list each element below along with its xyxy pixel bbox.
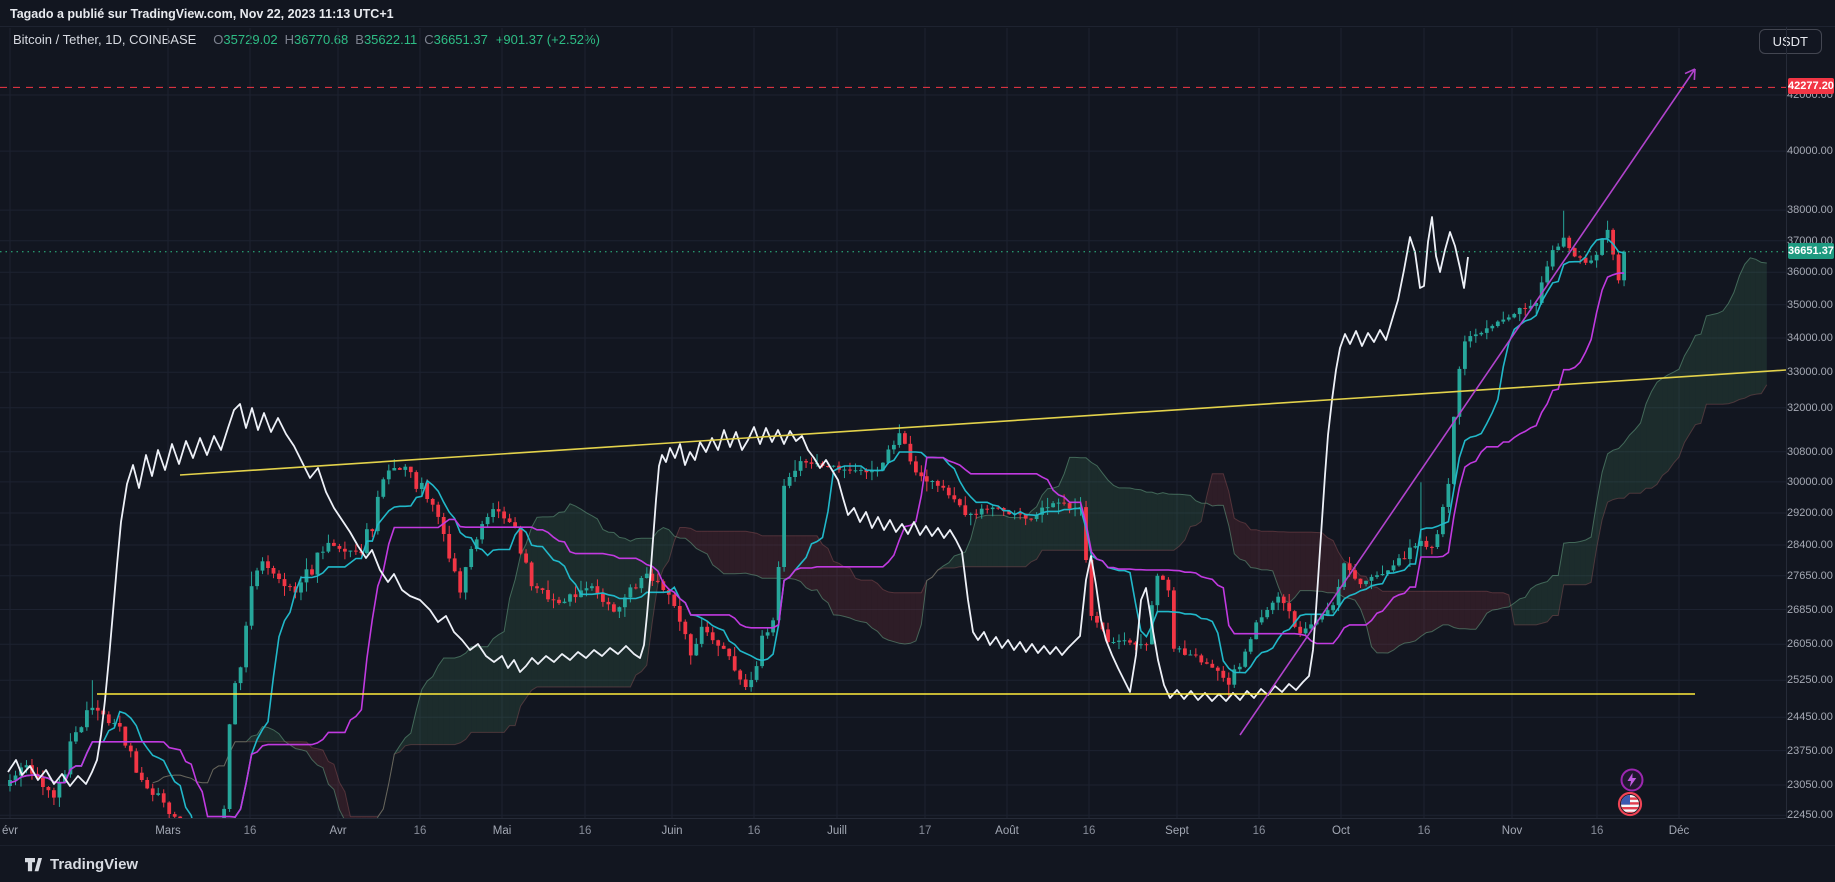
price-axis-label: 22450.00 <box>1787 809 1831 821</box>
tradingview-published-chart: { "title_bar": { "text": "Tagado a publi… <box>0 0 1835 881</box>
current-price-badge: 36651.37 <box>1788 243 1834 259</box>
time-axis-label: 16 <box>1591 825 1604 837</box>
price-axis-label: 30000.00 <box>1787 476 1831 488</box>
time-axis-label: Mars <box>155 825 181 837</box>
price-axis-label: 25250.00 <box>1787 674 1831 686</box>
candles-series <box>8 211 1626 845</box>
price-axis-label: 36000.00 <box>1787 266 1831 278</box>
alert-price-badge: 42277.20 <box>1788 78 1834 94</box>
time-axis-label: 16 <box>1418 825 1431 837</box>
price-axis-label: 28400.00 <box>1787 539 1831 551</box>
tradingview-logo[interactable]: TradingView <box>24 855 138 874</box>
time-axis-label: Déc <box>1669 825 1689 837</box>
time-axis-label: évr <box>2 825 18 837</box>
price-axis[interactable]: 42000.0040000.0038000.0037000.0036000.00… <box>1786 27 1835 818</box>
reaction-flag-icon[interactable] <box>1616 790 1644 818</box>
time-axis-label: Juin <box>661 825 682 837</box>
time-axis-label: 16 <box>414 825 427 837</box>
time-axis-label: 17 <box>919 825 932 837</box>
chart-pane[interactable] <box>0 0 1786 845</box>
price-axis-label: 29200.00 <box>1787 507 1831 519</box>
yellow-rising-trendline[interactable] <box>180 370 1786 475</box>
time-axis-label: Oct <box>1332 825 1350 837</box>
time-axis-label: 16 <box>579 825 592 837</box>
time-axis-label: Mai <box>493 825 512 837</box>
price-axis-label: 40000.00 <box>1787 145 1831 157</box>
price-axis-label: 26050.00 <box>1787 638 1831 650</box>
time-axis[interactable]: évr Mars 16 Avr 16 Mai 16 Juin 16 Juill 17 Août 16 Se… <box>0 818 1786 846</box>
price-axis-label: 32000.00 <box>1787 402 1831 414</box>
price-axis-label: 26850.00 <box>1787 604 1831 616</box>
senkou-a-line <box>153 258 1767 845</box>
footer-bar: TradingView <box>0 845 1835 882</box>
overlay-white-line <box>8 217 1468 786</box>
ichimoku-cloud <box>153 258 1767 845</box>
time-axis-label: Avr <box>329 825 346 837</box>
time-axis-label: Juill <box>827 825 847 837</box>
price-axis-label: 35000.00 <box>1787 299 1831 311</box>
price-axis-label: 38000.00 <box>1787 204 1831 216</box>
price-axis-label: 27650.00 <box>1787 570 1831 582</box>
tradingview-logo-icon <box>24 855 43 874</box>
time-axis-label: Août <box>995 825 1019 837</box>
price-axis-label: 23750.00 <box>1787 745 1831 757</box>
time-axis-label: 16 <box>244 825 257 837</box>
time-axis-label: Sept <box>1165 825 1189 837</box>
tradingview-logo-text: TradingView <box>50 856 138 873</box>
price-axis-label: 30800.00 <box>1787 446 1831 458</box>
time-axis-label: 16 <box>1253 825 1266 837</box>
price-axis-label: 33000.00 <box>1787 366 1831 378</box>
price-axis-label: 23050.00 <box>1787 779 1831 791</box>
time-axis-label: 16 <box>1083 825 1096 837</box>
time-axis-label: Nov <box>1502 825 1522 837</box>
price-axis-label: 34000.00 <box>1787 332 1831 344</box>
time-axis-label: 16 <box>748 825 761 837</box>
price-axis-label: 24450.00 <box>1787 711 1831 723</box>
